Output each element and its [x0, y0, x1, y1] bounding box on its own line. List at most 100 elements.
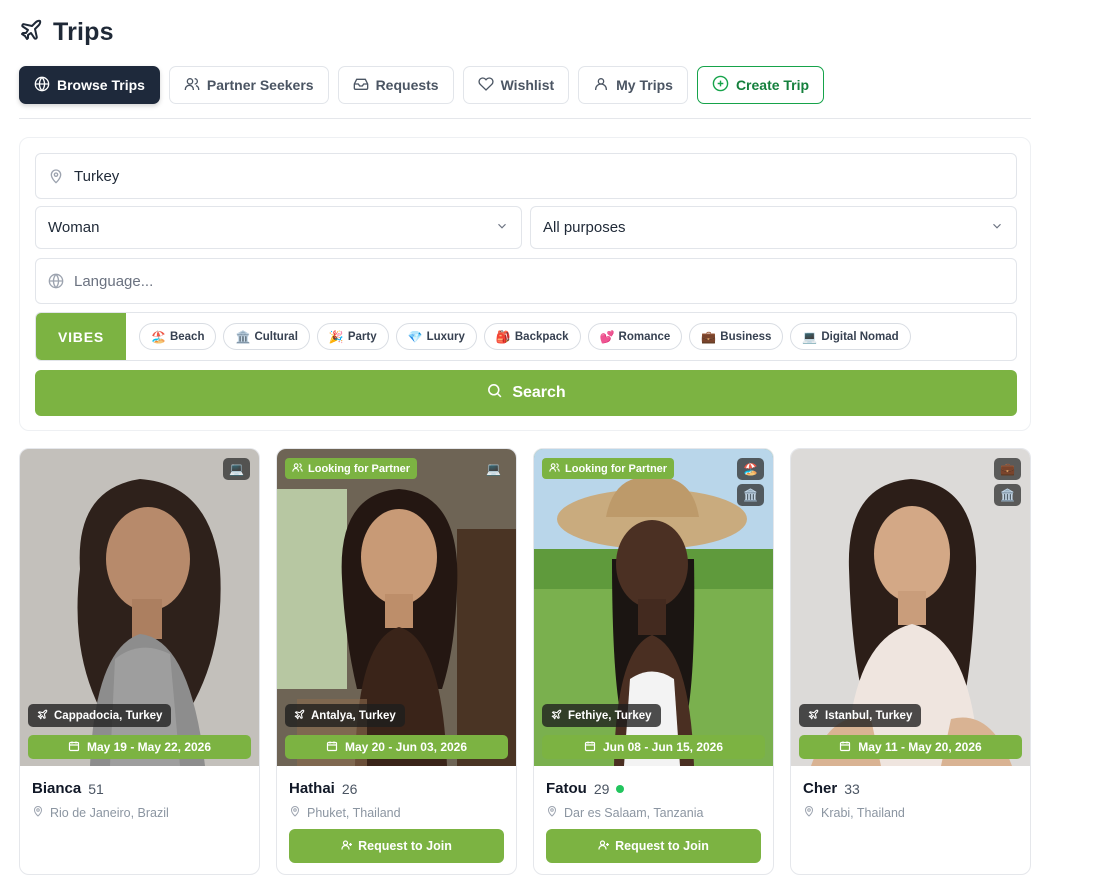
- create-trip-button[interactable]: Create Trip: [696, 66, 825, 104]
- page-header: Trips: [19, 18, 114, 47]
- traveler-age: 29: [593, 780, 610, 797]
- trip-location: Cappadocia, Turkey: [28, 704, 172, 727]
- laptop-icon: 💻: [223, 458, 250, 480]
- traveler-home: Phuket, Thailand: [289, 805, 504, 820]
- destination-value: Turkey: [74, 167, 120, 185]
- search-panel: Turkey Woman All purposes Language... VI…: [19, 137, 1031, 431]
- search-button[interactable]: Search: [35, 370, 1017, 416]
- briefcase-icon: 💼: [701, 329, 717, 344]
- vibe-chip-label: Digital Nomad: [821, 330, 899, 343]
- vibe-chip-beach[interactable]: 🏖️ Beach: [139, 323, 217, 350]
- badge-text: Looking for Partner: [565, 462, 668, 475]
- trip-location-text: Antalya, Turkey: [311, 709, 396, 722]
- plane-icon: [37, 709, 48, 723]
- tab-browse-trips[interactable]: Browse Trips: [19, 66, 160, 104]
- traveler-home-text: Phuket, Thailand: [307, 805, 401, 820]
- traveler-photo: Looking for Partner 🏖️ 🏛️ Fethiye, Turke…: [534, 449, 773, 766]
- vibe-chip-business[interactable]: 💼 Business: [689, 323, 784, 350]
- tab-partner-seekers[interactable]: Partner Seekers: [168, 66, 329, 104]
- tab-bar: Browse Trips Partner Seekers Requests Wi…: [19, 66, 825, 104]
- name-row: Hathai 26: [289, 780, 504, 797]
- plane-icon: [19, 18, 43, 47]
- page-title: Trips: [53, 18, 114, 46]
- traveler-home-text: Dar es Salaam, Tanzania: [564, 805, 704, 820]
- globe-icon: [34, 76, 50, 95]
- users-icon: [549, 462, 560, 476]
- map-pin-icon: [289, 805, 301, 820]
- gender-select[interactable]: Woman: [35, 206, 522, 249]
- vibe-chip-cultural[interactable]: 🏛️ Cultural: [223, 323, 310, 350]
- vibe-chips: 🏖️ Beach 🏛️ Cultural 🎉 Party 💎 Luxury 🎒 Backp…: [126, 323, 911, 350]
- language-input[interactable]: Language...: [35, 258, 1017, 304]
- two-hearts-icon: 💕: [599, 329, 615, 344]
- purpose-value: All purposes: [543, 219, 626, 236]
- gem-icon: 💎: [407, 329, 423, 344]
- tab-label: Partner Seekers: [206, 77, 314, 93]
- purpose-select[interactable]: All purposes: [530, 206, 1017, 249]
- traveler-age: 51: [88, 780, 104, 797]
- vibe-chip-label: Romance: [618, 330, 671, 343]
- user-plus-icon: [341, 839, 353, 854]
- tab-wishlist[interactable]: Wishlist: [462, 66, 570, 104]
- briefcase-icon: 💼: [994, 458, 1021, 480]
- chevron-down-icon: [990, 219, 1004, 237]
- trip-location-text: Istanbul, Turkey: [825, 709, 913, 722]
- vibe-chip-label: Luxury: [426, 330, 465, 343]
- calendar-icon: [326, 740, 338, 755]
- traveler-home: Dar es Salaam, Tanzania: [546, 805, 761, 820]
- classical-building-icon: 🏛️: [994, 484, 1021, 506]
- request-to-join-button[interactable]: Request to Join: [546, 829, 761, 863]
- trip-location: Fethiye, Turkey: [542, 704, 661, 727]
- trip-card[interactable]: 💼 🏛️ Istanbul, Turkey May 11 - May 20, 2…: [790, 448, 1031, 875]
- vibe-chip-backpack[interactable]: 🎒 Backpack: [483, 323, 581, 350]
- trip-dates-text: May 19 - May 22, 2026: [86, 740, 212, 754]
- traveler-info: Hathai 26 Phuket, Thailand: [289, 780, 504, 820]
- classical-building-icon: 🏛️: [737, 484, 764, 506]
- gender-value: Woman: [48, 219, 100, 236]
- users-icon: [184, 76, 200, 95]
- name-row: Bianca 51: [32, 780, 247, 797]
- join-label: Request to Join: [615, 839, 709, 853]
- trip-card[interactable]: 💻 Cappadocia, Turkey May 19 - May 22, 20…: [19, 448, 260, 875]
- vibe-chip-luxury[interactable]: 💎 Luxury: [395, 323, 477, 350]
- trip-dates: Jun 08 - Jun 15, 2026: [542, 735, 765, 759]
- traveler-photo: 💻 Cappadocia, Turkey May 19 - May 22, 20…: [20, 449, 259, 766]
- trip-dates: May 11 - May 20, 2026: [799, 735, 1022, 759]
- traveler-info: Bianca 51 Rio de Janeiro, Brazil: [32, 780, 247, 820]
- looking-for-partner-badge: Looking for Partner: [542, 458, 675, 479]
- trip-location: Istanbul, Turkey: [799, 704, 922, 727]
- vibe-chip-romance[interactable]: 💕 Romance: [587, 323, 683, 350]
- traveler-home-text: Rio de Janeiro, Brazil: [50, 805, 169, 820]
- vibe-chip-digital-nomad[interactable]: 💻 Digital Nomad: [790, 323, 911, 350]
- traveler-age: 33: [844, 780, 860, 797]
- trip-dates-text: May 20 - Jun 03, 2026: [344, 740, 468, 754]
- beach-icon: 🏖️: [151, 329, 166, 344]
- trip-location-text: Cappadocia, Turkey: [54, 709, 163, 722]
- map-pin-icon: [546, 805, 558, 820]
- vibes-label: VIBES: [36, 313, 126, 360]
- vibe-chip-label: Party: [347, 330, 377, 343]
- traveler-home: Rio de Janeiro, Brazil: [32, 805, 247, 820]
- request-to-join-button[interactable]: Request to Join: [289, 829, 504, 863]
- tab-label: Create Trip: [735, 77, 810, 93]
- traveler-name: Hathai: [289, 780, 335, 797]
- tab-requests[interactable]: Requests: [337, 66, 454, 104]
- laptop-icon: 💻: [486, 462, 501, 476]
- inbox-icon: [353, 76, 369, 95]
- search-icon: [486, 382, 503, 404]
- user-plus-icon: [598, 839, 610, 854]
- vibe-chip-party[interactable]: 🎉 Party: [316, 323, 389, 350]
- tab-label: Browse Trips: [57, 77, 145, 93]
- destination-input[interactable]: Turkey: [35, 153, 1017, 199]
- traveler-home: Krabi, Thailand: [803, 805, 1018, 820]
- name-row: Cher 33: [803, 780, 1018, 797]
- calendar-icon: [584, 740, 596, 755]
- plane-icon: [551, 709, 562, 723]
- map-pin-icon: [48, 168, 64, 184]
- trip-card[interactable]: Looking for Partner 💻 Antalya, Turkey Ma…: [276, 448, 517, 875]
- trip-card[interactable]: Looking for Partner 🏖️ 🏛️ Fethiye, Turke…: [533, 448, 774, 875]
- join-label: Request to Join: [358, 839, 452, 853]
- party-popper-icon: 🎉: [328, 329, 344, 344]
- globe-icon: [48, 273, 64, 289]
- tab-my-trips[interactable]: My Trips: [578, 66, 688, 104]
